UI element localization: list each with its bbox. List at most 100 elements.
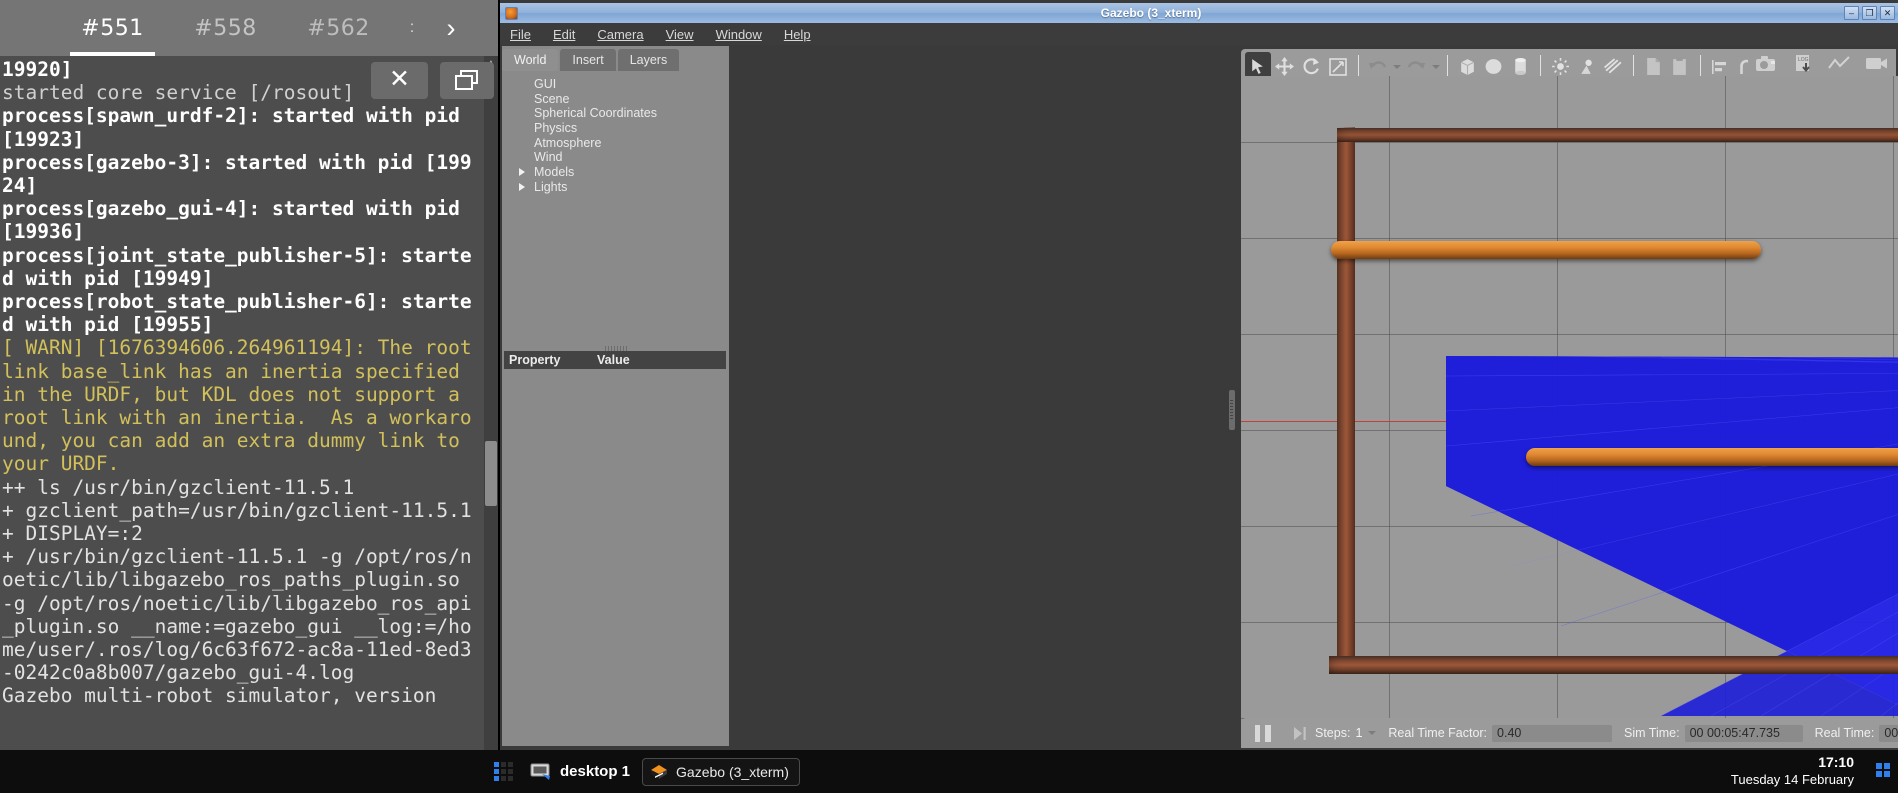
gazebo-titlebar[interactable]: Gazebo (3_xterm) – ❐ ✕ [500,3,1898,23]
taskbar-window-gazebo[interactable]: Gazebo (3_xterm) [642,757,800,786]
terminal-line: process[joint_state_publisher-5]: starte… [2,243,472,290]
terminal-text: 19920] started core service [/rosout] proc… [2,58,482,708]
steps-dropdown-caret-icon[interactable] [1365,719,1378,748]
laser-scan-rays [1445,355,1898,716]
tree-item-label: Wind [534,150,563,165]
terminal-line: process[gazebo_gui-4]: started with pid … [2,197,472,244]
screen: #551 #558 #562 : › 19920] started core se… [0,0,1898,793]
tab-insert[interactable]: Insert [560,49,616,71]
tree-item-label: GUI [534,77,557,91]
workspace-pager-icon[interactable] [494,761,516,783]
maximize-button[interactable]: ❐ [1862,6,1877,20]
tree-item-wind[interactable]: Wind [502,150,729,165]
gazebo-icon [651,765,668,779]
sim-time-value: 00 00:05:47.735 [1684,724,1803,742]
toolbar-separator [1357,54,1359,79]
real-time-value: 00 00:00:15.470 [1879,724,1898,742]
property-table-header: Property Value [504,351,726,369]
copy-windows-glyph [455,70,478,90]
menu-help[interactable]: Help [784,27,811,42]
toolbar-separator [1447,54,1449,79]
tree-item-label: Scene [534,91,570,106]
tree-item-spherical-coordinates[interactable]: Spherical Coordinates [502,106,729,121]
taskbar-window-label: Gazebo (3_xterm) [676,763,789,780]
plot-icon[interactable] [1827,55,1851,78]
expand-arrow-icon[interactable] [519,168,525,177]
terminal-tab-562[interactable]: #562 [282,0,395,56]
close-button[interactable]: ✕ [1880,6,1895,20]
laser-scan-fan [1361,76,1898,716]
world-tree: GUI Scene Spherical Coordinates Physics … [502,71,729,336]
terminal-tab-551[interactable]: #551 [56,0,169,56]
tree-item-label: Lights [534,179,568,194]
menu-view[interactable]: View [666,27,694,42]
step-forward-button[interactable] [1293,726,1307,741]
toolbar-separator [1699,54,1701,79]
gazebo-3d-viewport[interactable] [1241,76,1898,724]
menu-edit[interactable]: Edit [553,27,575,42]
tree-item-physics[interactable]: Physics [502,121,729,136]
menu-window[interactable]: Window [716,27,762,42]
close-icon[interactable]: ✕ [371,62,428,99]
tree-item-scene[interactable]: Scene [502,92,729,107]
terminal-line: [ WARN] [1676394606.264961194]: The root… [2,336,484,476]
menu-file-label: File [510,26,531,42]
tree-item-gui[interactable]: GUI [502,77,729,92]
svg-text:LOG: LOG [1798,57,1809,63]
tab-world[interactable]: World [502,49,559,71]
terminal-line: Gazebo multi-robot simulator, version [2,684,437,708]
tab-layers[interactable]: Layers [617,49,680,71]
menu-camera-label: Camera [597,26,644,42]
copy-windows-icon[interactable] [440,62,494,99]
terminal-line: + /usr/bin/gzclient-11.5.1 -g /opt/ros/n… [2,545,472,685]
pause-button[interactable] [1255,724,1271,742]
steps-value: 1 [1355,726,1363,740]
tree-item-label: Atmosphere [534,135,602,150]
splitter-grip-icon [1230,400,1233,420]
menu-file[interactable]: File [510,27,531,42]
panel-tabs: World Insert Layers [502,46,729,71]
gazebo-window: Gazebo (3_xterm) – ❐ ✕ File Edit Camera … [500,0,1898,750]
terminal-tab-label: #562 [307,15,370,41]
video-record-icon[interactable] [1864,55,1890,78]
desktop-indicator[interactable]: desktop 1 [530,763,630,781]
real-time-factor-label: Real Time Factor: [1388,726,1488,740]
terminal-scrollbar[interactable]: ▲ ▼ [484,56,498,793]
terminal-overflow-icon[interactable]: : [395,0,429,56]
clock-date: Tuesday 14 February [1730,772,1854,787]
wall-left [1337,127,1355,666]
terminal-output-area[interactable]: 19920] started core service [/rosout] proc… [0,56,498,793]
menu-camera[interactable]: Camera [597,27,643,42]
gazebo-app-icon [505,6,518,20]
taskbar-clock[interactable]: 17:10 Tuesday 14 February [1731,753,1854,789]
chevron-right-icon[interactable]: › [429,3,473,53]
wall-top [1337,128,1898,142]
tree-item-atmosphere[interactable]: Atmosphere [502,136,729,151]
wall-bottom [1329,656,1898,674]
menu-edit-label: Edit [552,26,576,42]
terminal-line: process[gazebo-3]: started with pid [199… [2,150,472,198]
minimize-button[interactable]: – [1844,6,1859,20]
desktop-label: desktop 1 [560,763,631,780]
system-tray-icon[interactable] [1876,763,1890,777]
gazebo-statusbar: Steps: 1 Real Time Factor: 0.40 Sim Time… [1241,718,1898,748]
tree-item-models[interactable]: Models [502,165,729,180]
terminal-tab-558[interactable]: #558 [169,0,282,56]
terminal-tab-label: #551 [81,15,144,41]
menu-help-label: Help [783,26,811,42]
sim-time-label: Sim Time: [1624,726,1680,740]
shelf-bar-lower[interactable] [1526,448,1898,466]
toolbar-separator [1540,54,1542,79]
window-title: Gazebo (3_xterm) [1100,6,1202,20]
terminal-tabbar: #551 #558 #562 : › [0,0,498,56]
terminal-line: process[spawn_urdf-2]: started with pid … [2,104,472,151]
tree-item-lights[interactable]: Lights [502,180,729,195]
terminal-line: process[robot_state_publisher-6]: starte… [2,290,472,337]
terminal-scroll-thumb[interactable] [485,441,497,506]
expand-arrow-icon[interactable] [519,182,525,191]
steps-label: Steps: [1315,726,1351,740]
toolbar-separator [1633,54,1635,79]
terminal-tab-label: #558 [194,15,257,41]
tree-item-label: Physics [534,121,578,136]
shelf-bar-upper[interactable] [1331,241,1761,259]
